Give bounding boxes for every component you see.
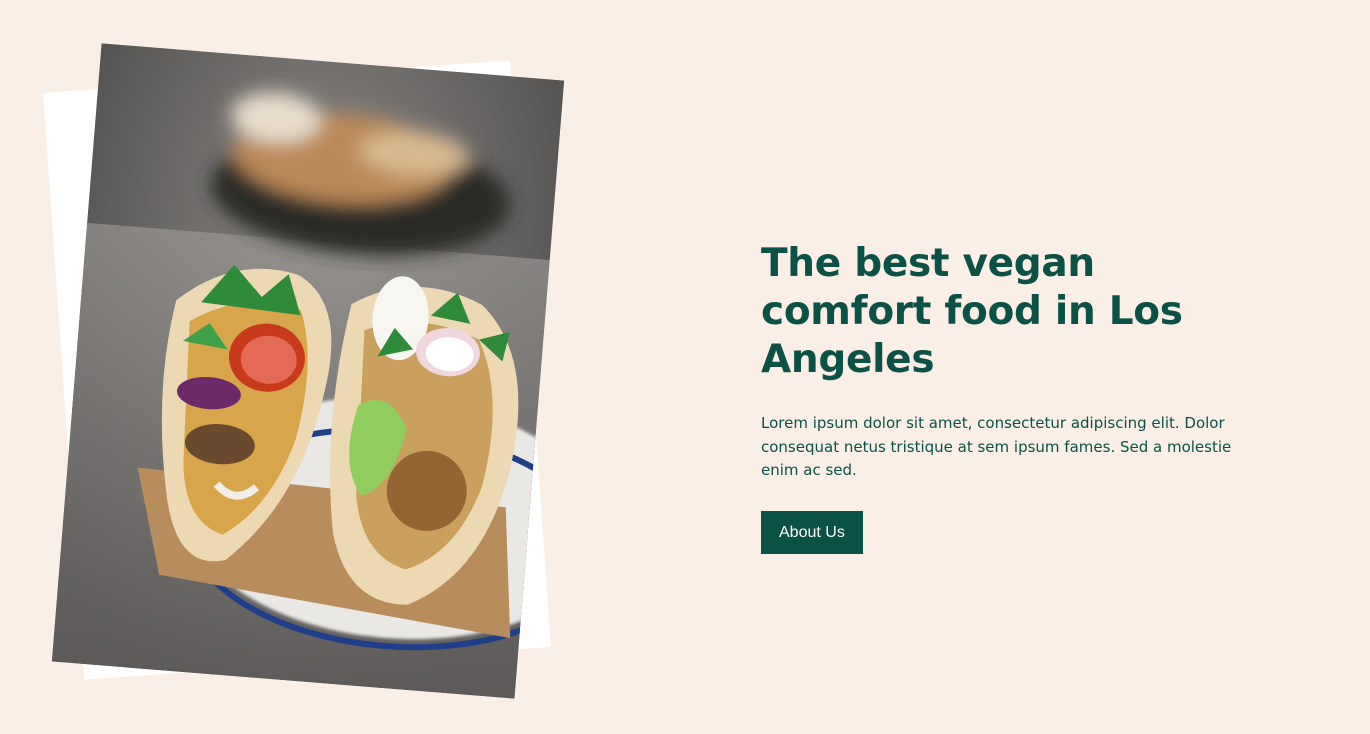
hero-section: The best vegan comfort food in Los Angel… (0, 0, 1370, 734)
hero-content: The best vegan comfort food in Los Angel… (761, 240, 1261, 554)
hero-description: Lorem ipsum dolor sit amet, consectetur … (761, 414, 1232, 479)
hero-headline: The best vegan comfort food in Los Angel… (761, 241, 1183, 382)
tacos-illustration (51, 43, 565, 699)
tacos-photo (51, 43, 565, 699)
about-us-button[interactable]: About Us (761, 510, 863, 554)
